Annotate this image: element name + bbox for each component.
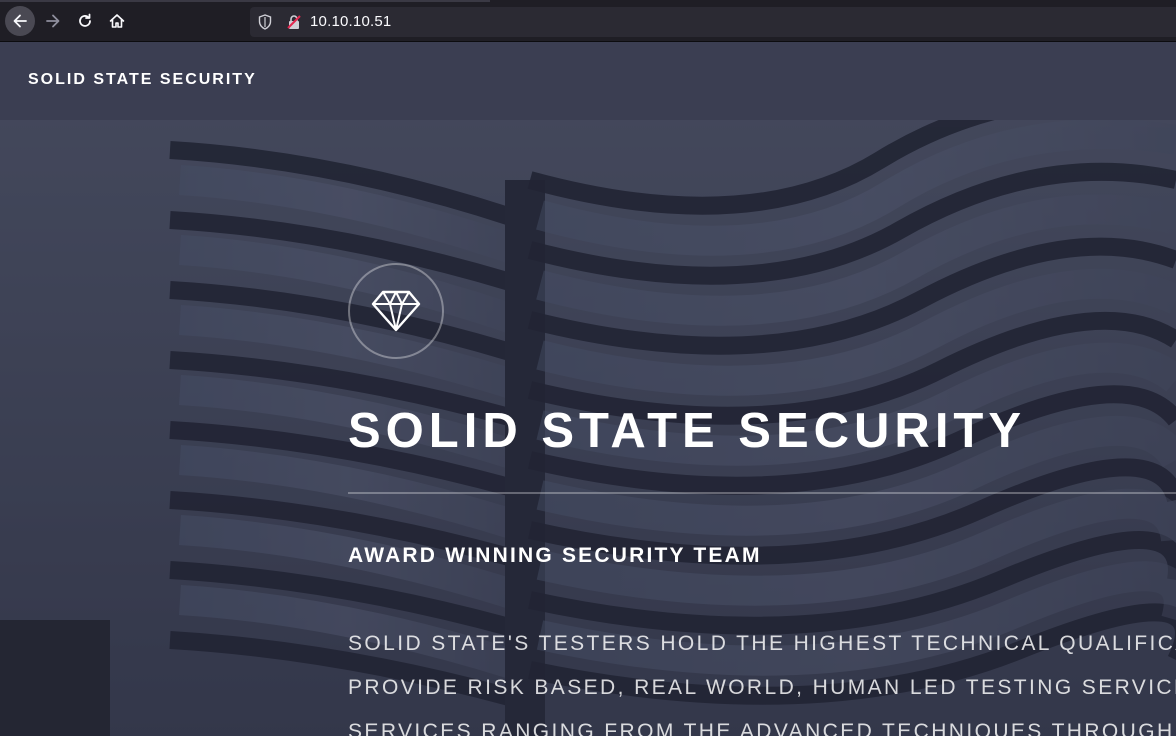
forward-button[interactable] xyxy=(38,6,68,36)
shield-icon[interactable] xyxy=(258,14,272,30)
hero-subtitle: AWARD WINNING SECURITY TEAM xyxy=(348,544,762,567)
diamond-icon xyxy=(371,290,421,332)
home-icon xyxy=(109,14,125,28)
reload-button[interactable] xyxy=(70,6,100,36)
tab-strip xyxy=(0,0,490,2)
hero-description-line: PROVIDE RISK BASED, REAL WORLD, HUMAN LE… xyxy=(348,676,1176,699)
reload-icon xyxy=(79,13,91,27)
arrow-left-icon xyxy=(13,14,27,28)
hero-description-line: SERVICES RANGING FROM THE ADVANCED TECHN… xyxy=(348,720,1175,736)
site-logo[interactable]: SOLID STATE SECURITY xyxy=(28,71,257,89)
diamond-badge xyxy=(348,263,444,359)
back-button[interactable] xyxy=(5,6,35,36)
browser-toolbar: 10.10.10.51 xyxy=(0,0,1176,42)
hero-description-line: SOLID STATE'S TESTERS HOLD THE HIGHEST T… xyxy=(348,632,1176,655)
hero-section: SOLID STATE SECURITY AWARD WINNING SECUR… xyxy=(0,120,1176,736)
insecure-lock-icon[interactable] xyxy=(286,14,302,30)
hero-divider xyxy=(348,492,1176,494)
url-text[interactable]: 10.10.10.51 xyxy=(310,13,391,30)
hero-title: SOLID STATE SECURITY xyxy=(348,404,1027,458)
home-button[interactable] xyxy=(102,6,132,36)
url-bar[interactable]: 10.10.10.51 xyxy=(250,7,1176,37)
arrow-right-icon xyxy=(46,14,60,28)
site-header: SOLID STATE SECURITY xyxy=(0,42,1176,120)
hero-description: SOLID STATE'S TESTERS HOLD THE HIGHEST T… xyxy=(348,629,1176,736)
